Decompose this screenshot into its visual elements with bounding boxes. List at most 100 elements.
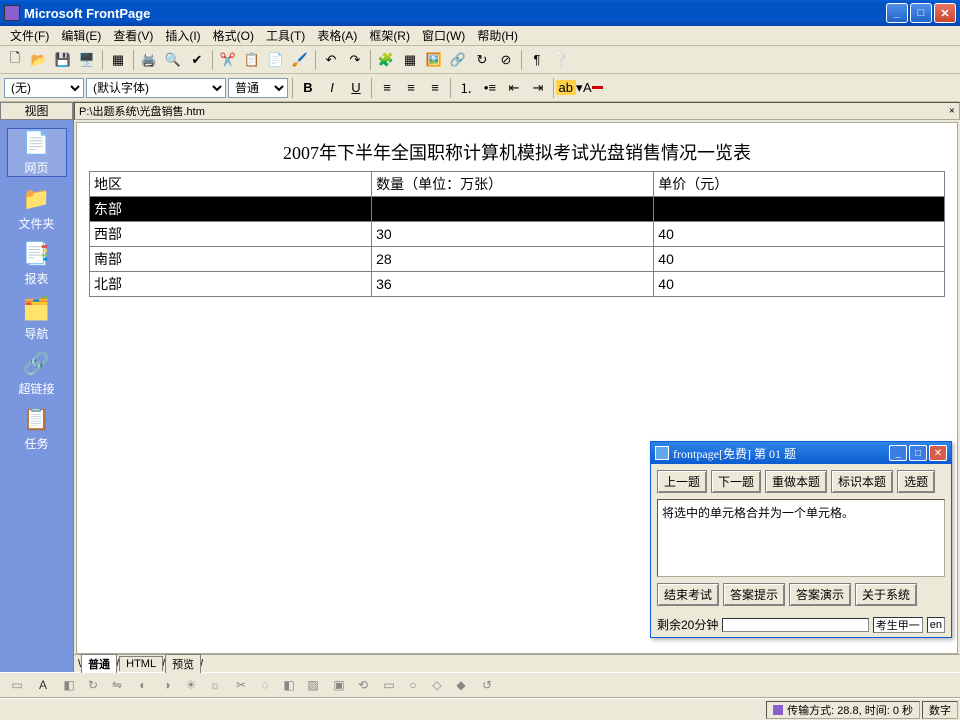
cell[interactable]: 40 <box>654 272 945 297</box>
cut-icon[interactable]: ✂️ <box>217 49 239 71</box>
menu-table[interactable]: 表格(A) <box>311 25 363 46</box>
hyperlink-icon[interactable]: 🔗 <box>447 49 469 71</box>
menu-edit[interactable]: 编辑(E) <box>55 25 107 46</box>
align-center-icon[interactable]: ≡ <box>400 77 422 99</box>
align-right-icon[interactable]: ≡ <box>424 77 446 99</box>
bullet-list-icon[interactable]: •≡ <box>479 77 501 99</box>
select-question-button[interactable]: 选题 <box>897 470 935 493</box>
sidebar-item-hyperlinks[interactable]: 🔗 超链接 <box>7 350 67 397</box>
indent-icon[interactable]: ⇥ <box>527 77 549 99</box>
refresh-icon[interactable]: ↻ <box>471 49 493 71</box>
table-header-row[interactable]: 地区 数量（单位：万张） 单价（元） <box>90 172 945 197</box>
tab-normal[interactable]: 普通 <box>81 654 117 673</box>
tab-preview[interactable]: 预览 <box>165 654 201 673</box>
cell[interactable] <box>372 197 654 222</box>
picture-icon[interactable]: 🖼️ <box>423 49 445 71</box>
sidebar-item-page[interactable]: 📄 网页 <box>7 128 67 177</box>
highlight-icon[interactable]: ab▾ <box>558 77 580 99</box>
sidebar-item-reports[interactable]: 📑 报表 <box>7 240 67 287</box>
contrast-down-icon[interactable]: ◑ <box>156 674 178 696</box>
cell[interactable]: 36 <box>372 272 654 297</box>
menu-insert[interactable]: 插入(I) <box>159 25 206 46</box>
cell[interactable]: 28 <box>372 247 654 272</box>
menu-format[interactable]: 格式(O) <box>207 25 260 46</box>
numbered-list-icon[interactable]: ⒈ <box>455 77 477 99</box>
sidebar-item-tasks[interactable]: 📋 任务 <box>7 405 67 452</box>
sales-table[interactable]: 地区 数量（单位：万张） 单价（元） 东部 西部 30 40 南部 28 <box>89 171 945 297</box>
lang-select[interactable]: en <box>927 617 945 633</box>
spellcheck-icon[interactable]: ✔︎ <box>186 49 208 71</box>
sidebar-item-folders[interactable]: 📁 文件夹 <box>7 185 67 232</box>
undo-icon[interactable]: ↶ <box>320 49 342 71</box>
show-marks-icon[interactable]: ¶ <box>526 49 548 71</box>
menu-window[interactable]: 窗口(W) <box>416 25 471 46</box>
paste-icon[interactable]: 📄 <box>265 49 287 71</box>
help-icon[interactable]: ❔ <box>550 49 572 71</box>
flip-icon[interactable]: ⇋ <box>106 674 128 696</box>
redo-icon[interactable]: ↷ <box>344 49 366 71</box>
restore-icon[interactable]: ↺ <box>476 674 498 696</box>
table-row[interactable]: 北部 36 40 <box>90 272 945 297</box>
stop-icon[interactable]: ⊘ <box>495 49 517 71</box>
table-row[interactable]: 东部 <box>90 197 945 222</box>
table-row[interactable]: 西部 30 40 <box>90 222 945 247</box>
maximize-button[interactable]: □ <box>910 3 932 23</box>
align-left-icon[interactable]: ≡ <box>376 77 398 99</box>
cell[interactable] <box>654 197 945 222</box>
mark-question-button[interactable]: 标识本题 <box>831 470 893 493</box>
dialog-close-button[interactable]: ✕ <box>929 445 947 461</box>
menu-frame[interactable]: 框架(R) <box>363 25 416 46</box>
cell[interactable]: 东部 <box>90 197 372 222</box>
washout-icon[interactable]: ▨ <box>302 674 324 696</box>
header-cell[interactable]: 单价（元） <box>654 172 945 197</box>
cell[interactable]: 40 <box>654 247 945 272</box>
cell[interactable]: 北部 <box>90 272 372 297</box>
table-row[interactable]: 南部 28 40 <box>90 247 945 272</box>
tab-html[interactable]: HTML <box>119 656 163 671</box>
header-cell[interactable]: 数量（单位：万张） <box>372 172 654 197</box>
minimize-button[interactable]: _ <box>886 3 908 23</box>
hotspot-rect-icon[interactable]: ▭ <box>378 674 400 696</box>
about-system-button[interactable]: 关于系统 <box>855 583 917 606</box>
pointer-icon[interactable]: ▭ <box>6 674 28 696</box>
answer-demo-button[interactable]: 答案演示 <box>789 583 851 606</box>
auto-shape-icon[interactable]: ◧ <box>58 674 80 696</box>
outdent-icon[interactable]: ⇤ <box>503 77 525 99</box>
resample-icon[interactable]: ⟲ <box>352 674 374 696</box>
save-icon[interactable]: 💾 <box>52 49 74 71</box>
menu-tools[interactable]: 工具(T) <box>260 25 311 46</box>
cell[interactable]: 30 <box>372 222 654 247</box>
bw-icon[interactable]: ◧ <box>278 674 300 696</box>
dialog-titlebar[interactable]: frontpage[免费] 第 01 题 _ □ ✕ <box>651 442 951 464</box>
end-exam-button[interactable]: 结束考试 <box>657 583 719 606</box>
sidebar-item-navigation[interactable]: 🗂️ 导航 <box>7 295 67 342</box>
transparent-icon[interactable]: ◌ <box>254 674 276 696</box>
format-painter-icon[interactable]: 🖌️ <box>289 49 311 71</box>
italic-icon[interactable]: I <box>321 77 343 99</box>
answer-hint-button[interactable]: 答案提示 <box>723 583 785 606</box>
close-button[interactable]: ✕ <box>934 3 956 23</box>
style-dropdown[interactable]: (无) <box>4 78 84 98</box>
table-icon[interactable]: ▦ <box>399 49 421 71</box>
close-document-icon[interactable]: × <box>949 105 955 117</box>
highlight-hotspot-icon[interactable]: ◆ <box>450 674 472 696</box>
brightness-up-icon[interactable]: ☀ <box>180 674 202 696</box>
fontcolor-icon[interactable]: A <box>582 77 604 99</box>
open-icon[interactable]: 📂 <box>28 49 50 71</box>
cell[interactable]: 南部 <box>90 247 372 272</box>
rotate-icon[interactable]: ↻ <box>82 674 104 696</box>
crop-icon[interactable]: ✂ <box>230 674 252 696</box>
component-icon[interactable]: 🧩 <box>375 49 397 71</box>
publish-icon[interactable]: 🖥️ <box>76 49 98 71</box>
contrast-up-icon[interactable]: ◐ <box>132 674 154 696</box>
redo-question-button[interactable]: 重做本题 <box>765 470 827 493</box>
cell[interactable]: 西部 <box>90 222 372 247</box>
prev-question-button[interactable]: 上一题 <box>657 470 707 493</box>
menu-view[interactable]: 查看(V) <box>107 25 159 46</box>
bold-icon[interactable]: B <box>297 77 319 99</box>
exam-dialog[interactable]: frontpage[免费] 第 01 题 _ □ ✕ 上一题 下一题 重做本题 … <box>650 441 952 638</box>
hotspot-circle-icon[interactable]: ○ <box>402 674 424 696</box>
copy-icon[interactable]: 📋 <box>241 49 263 71</box>
font-dropdown[interactable]: (默认字体) <box>86 78 226 98</box>
underline-icon[interactable]: U <box>345 77 367 99</box>
